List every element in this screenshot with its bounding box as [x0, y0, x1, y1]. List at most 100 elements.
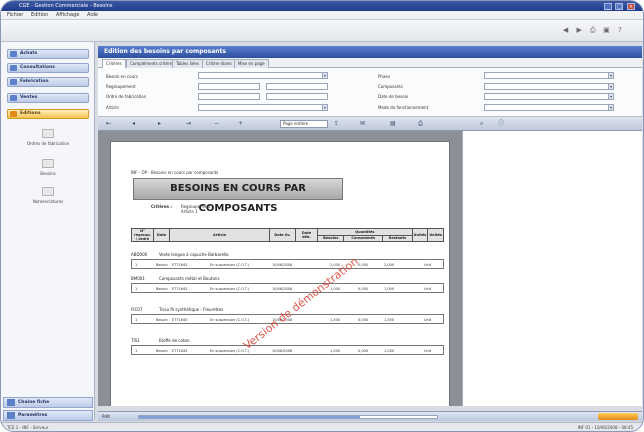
criteria-value: Regroupement Article 1 — [181, 204, 211, 214]
subitem-nomenclatures[interactable]: Nomenclatures — [9, 187, 87, 204]
row-num: 1 — [135, 263, 138, 267]
folder-icon[interactable]: ▣ — [601, 26, 611, 35]
help-icon[interactable]: ? — [615, 26, 625, 35]
bottom-status-bar: TCE 1 - INF - Serveur INF 01 - 10/06/200… — [1, 422, 643, 431]
table-row: 1 Besoin ET71645 En suspension (C.O.T.) … — [131, 283, 444, 293]
report-table: N° regroup. / ordre Date Article Date li… — [131, 228, 444, 242]
next-page-icon[interactable]: ▸ — [158, 120, 161, 128]
application-window: CGE - Gestion Commerciale - Besoins _ □ … — [0, 0, 644, 432]
close-button[interactable]: × — [627, 3, 635, 10]
first-page-icon[interactable]: ⇤ — [106, 120, 111, 128]
report-icon — [42, 187, 54, 196]
besoin-select[interactable]: ▾ — [198, 72, 328, 79]
sidebar-item-ventes[interactable]: Ventes — [7, 93, 89, 103]
export-icon[interactable]: ⇪ — [334, 120, 339, 128]
regroupement-to-field[interactable] — [266, 83, 328, 90]
report-preview[interactable]: INF - OP - Besoins en cours par composan… — [98, 131, 462, 406]
tab-complements[interactable]: Compléments critères — [126, 59, 179, 68]
row-qty-consommes: 0,000 — [358, 349, 369, 353]
group-code: FIC07 — [131, 307, 143, 312]
filter-label: Composants — [378, 84, 403, 89]
sidebar-item-editions[interactable]: Editions — [7, 109, 89, 119]
print-icon[interactable]: ⎙ — [418, 120, 423, 128]
minimize-button[interactable]: _ — [603, 3, 612, 10]
sidebar-bottom-parametres[interactable]: Paramètres — [3, 410, 93, 421]
chevron-down-icon[interactable]: ▾ — [322, 105, 327, 110]
pdf-icon[interactable]: ▤ — [390, 120, 396, 128]
subitem-label: Ordres de fabrication — [26, 141, 70, 146]
of-to-field[interactable] — [266, 93, 328, 100]
article-select[interactable]: ▾ — [198, 104, 328, 111]
filter-label: Ordre de fabrication — [106, 94, 147, 99]
chevron-down-icon[interactable]: ▾ — [608, 73, 613, 78]
filter-label: Phase — [378, 74, 390, 79]
print-icon[interactable]: ⎙ — [588, 26, 598, 35]
row-status: Besoin — [156, 263, 168, 267]
zoom-select[interactable]: Page entière — [280, 120, 328, 128]
column-header: Restants — [382, 234, 413, 242]
row-qty-besoins: 1,500 — [330, 318, 341, 322]
email-icon[interactable]: ✉ — [360, 120, 365, 128]
tab-criteres-libres[interactable]: Critère libres — [202, 59, 236, 68]
back-icon[interactable]: ◀ — [561, 26, 571, 35]
sales-icon — [10, 95, 17, 101]
row-status: Besoin — [156, 318, 168, 322]
date-besoin-select[interactable]: ▾ — [484, 93, 614, 100]
menu-item-affichage[interactable]: Affichage — [56, 12, 80, 18]
main-toolbar: ◀ ▶ ⎙ ▣ ? — [1, 20, 643, 42]
sidebar-bottom-chaine[interactable]: Chaine fiche — [3, 397, 93, 408]
composants-select[interactable]: ▾ — [484, 83, 614, 90]
row-unit: Unit — [424, 263, 432, 267]
sidebar-item-consultations[interactable]: Consultations — [7, 63, 89, 73]
menu-item-fichier[interactable]: Fichier — [7, 12, 23, 18]
tab-criteres[interactable]: Critères — [102, 59, 126, 68]
row-ref: ET71645 — [172, 318, 188, 322]
row-qty-restants: 1,500 — [384, 318, 395, 322]
row-num: 1 — [135, 318, 138, 322]
row-qty-restants: 1,000 — [384, 349, 395, 353]
subitem-besoins[interactable]: Besoins — [9, 159, 87, 176]
zoom-in-icon[interactable]: + — [238, 120, 243, 128]
column-header: Date déb. — [295, 228, 318, 242]
zoom-out-icon[interactable]: − — [214, 120, 219, 128]
row-num: 1 — [135, 287, 138, 291]
previous-page-icon[interactable]: ◂ — [132, 120, 135, 128]
filter-label: Article — [106, 105, 119, 110]
group-label: Veste longue à capuche Barbarella — [159, 252, 229, 257]
column-header: Date — [153, 228, 170, 242]
chevron-down-icon[interactable]: ▾ — [322, 73, 327, 78]
report-title: BESOINS EN COURS PAR COMPOSANTS — [133, 178, 343, 214]
subitem-ordres-fabrication[interactable]: Ordres de fabrication — [9, 129, 87, 146]
maximize-button[interactable]: □ — [615, 3, 624, 10]
chevron-down-icon[interactable]: ▾ — [608, 84, 613, 89]
forward-icon[interactable]: ▶ — [574, 26, 584, 35]
search-icon[interactable]: ⌕ — [480, 120, 483, 128]
row-ref: ET71645 — [172, 287, 188, 291]
regroupement-from-field[interactable] — [198, 83, 260, 90]
of-from-field[interactable] — [198, 93, 260, 100]
menu-item-aide[interactable]: Aide — [87, 12, 98, 18]
detail-pane — [462, 131, 642, 406]
chevron-down-icon[interactable]: ▾ — [608, 105, 613, 110]
row-date: 10/06/2008 — [272, 263, 293, 267]
phase-select[interactable]: ▾ — [484, 72, 614, 79]
group-label: Composants métal et Boutons — [159, 276, 220, 281]
sidebar-item-achats[interactable]: Achats — [7, 49, 89, 59]
row-qty-consommes: 0,000 — [358, 287, 369, 291]
status-indicator[interactable] — [598, 413, 638, 420]
tab-mise-en-page[interactable]: Mise en page — [234, 59, 269, 68]
sidebar-item-label: Ventes — [20, 95, 38, 100]
row-status: Besoin — [156, 349, 168, 353]
info-icon[interactable]: ⓘ — [498, 120, 504, 128]
chevron-down-icon[interactable]: ▾ — [608, 94, 613, 99]
table-row: 1 Besoin ET71645 En suspension (C.O.T.) … — [131, 259, 444, 269]
menu-item-edition[interactable]: Edition — [31, 12, 48, 18]
cart-icon — [10, 51, 17, 57]
sidebar-item-fabrication[interactable]: Fabrication — [7, 77, 89, 87]
mode-select[interactable]: ▾ — [484, 104, 614, 111]
menu-bar: Fichier Edition Affichage Aide — [1, 11, 643, 20]
last-page-icon[interactable]: ⇥ — [186, 120, 191, 128]
row-desc: En suspension (C.O.T.) — [210, 318, 250, 322]
tab-tables-liees[interactable]: Tables liées — [172, 59, 203, 68]
group-heading: BM001 Composants métal et Boutons — [131, 276, 220, 281]
